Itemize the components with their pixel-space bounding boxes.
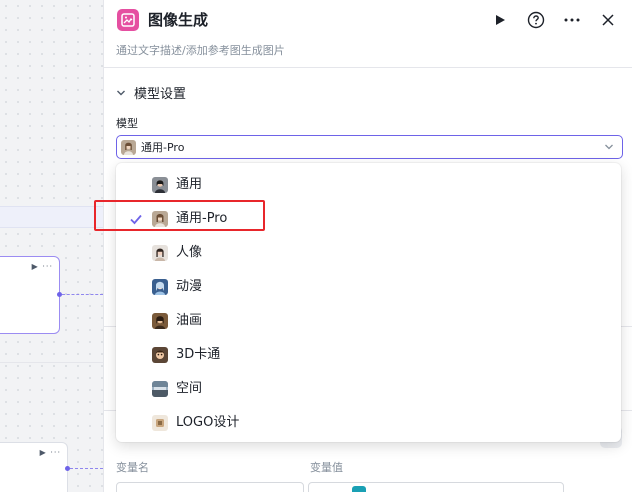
workflow-canvas[interactable]: ▶ ··· ▶ ··· [0,0,103,492]
variable-name-label: 变量名 [116,461,149,474]
model-option[interactable]: 3D卡通 [116,338,621,372]
canvas-divider [0,362,103,363]
chevron-down-icon [605,144,613,150]
model-option[interactable]: LOGO设计 [116,406,621,440]
model-option-label: LOGO设计 [176,415,240,430]
variable-type-tag [352,486,366,492]
section-title: 模型设置 [134,87,187,102]
model-option-label: 油画 [176,313,203,328]
model-option-label: 通用-Pro [176,211,228,226]
variable-value-input[interactable] [308,482,564,492]
chevron-down-icon [117,90,125,95]
model-field-label: 模型 [116,117,138,130]
model-settings-section-toggle[interactable]: 模型设置 [116,83,186,102]
panel-title: 图像生成 [148,11,209,29]
canvas-group-band [0,206,103,228]
model-option[interactable]: 通用-Pro [116,202,621,236]
node-controls[interactable]: ▶ ··· [32,262,53,271]
portrait-pro-thumbnail-icon [152,211,168,227]
help-button[interactable] [525,9,547,31]
model-option[interactable]: 人像 [116,236,621,270]
workflow-node-2[interactable]: ▶ ··· [0,442,68,492]
more-icon [564,18,580,22]
model-option-label: 动漫 [176,279,203,294]
logo-design-thumbnail-icon [152,415,168,431]
close-icon [602,14,614,26]
image-generation-icon [117,9,139,31]
model-option-label: 通用 [176,177,203,192]
portrait-general-thumbnail-icon [152,177,168,193]
model-option[interactable]: 通用 [116,168,621,202]
model-select-value: 通用-Pro [141,141,185,154]
3d-cartoon-thumbnail-icon [152,347,168,363]
model-select[interactable]: 通用-Pro [116,135,623,159]
model-option-label: 空间 [176,381,203,396]
model-option-label: 3D卡通 [176,347,221,362]
more-options-button[interactable] [561,9,583,31]
variable-name-input[interactable] [116,482,304,492]
panel-subtitle: 通过文字描述/添加参考图生成图片 [116,44,285,57]
check-icon [130,214,142,225]
anime-thumbnail-icon [152,279,168,295]
oil-painting-thumbnail-icon [152,313,168,329]
model-option[interactable]: 空间 [116,372,621,406]
variable-value-label: 变量值 [310,461,343,474]
node-connection-edge-2 [70,468,103,469]
node-connection-edge [62,294,103,295]
workflow-node[interactable]: ▶ ··· [0,256,60,334]
model-thumbnail-icon [121,139,136,155]
help-icon [527,11,545,29]
space-thumbnail-icon [152,381,168,397]
close-button[interactable] [597,9,619,31]
model-option-label: 人像 [176,245,203,260]
portrait-person-thumbnail-icon [152,245,168,261]
node-controls-2[interactable]: ▶ ··· [40,448,61,457]
panel-header: 图像生成 通过文字描述/添加参考图生成图片 [104,0,632,68]
play-icon [496,15,505,25]
model-option[interactable]: 动漫 [116,270,621,304]
model-dropdown-list: 通用通用-Pro 人像动漫油画 3D卡通空间 LOGO设计 [116,163,621,442]
run-button[interactable] [489,9,511,31]
model-option[interactable]: 油画 [116,304,621,338]
